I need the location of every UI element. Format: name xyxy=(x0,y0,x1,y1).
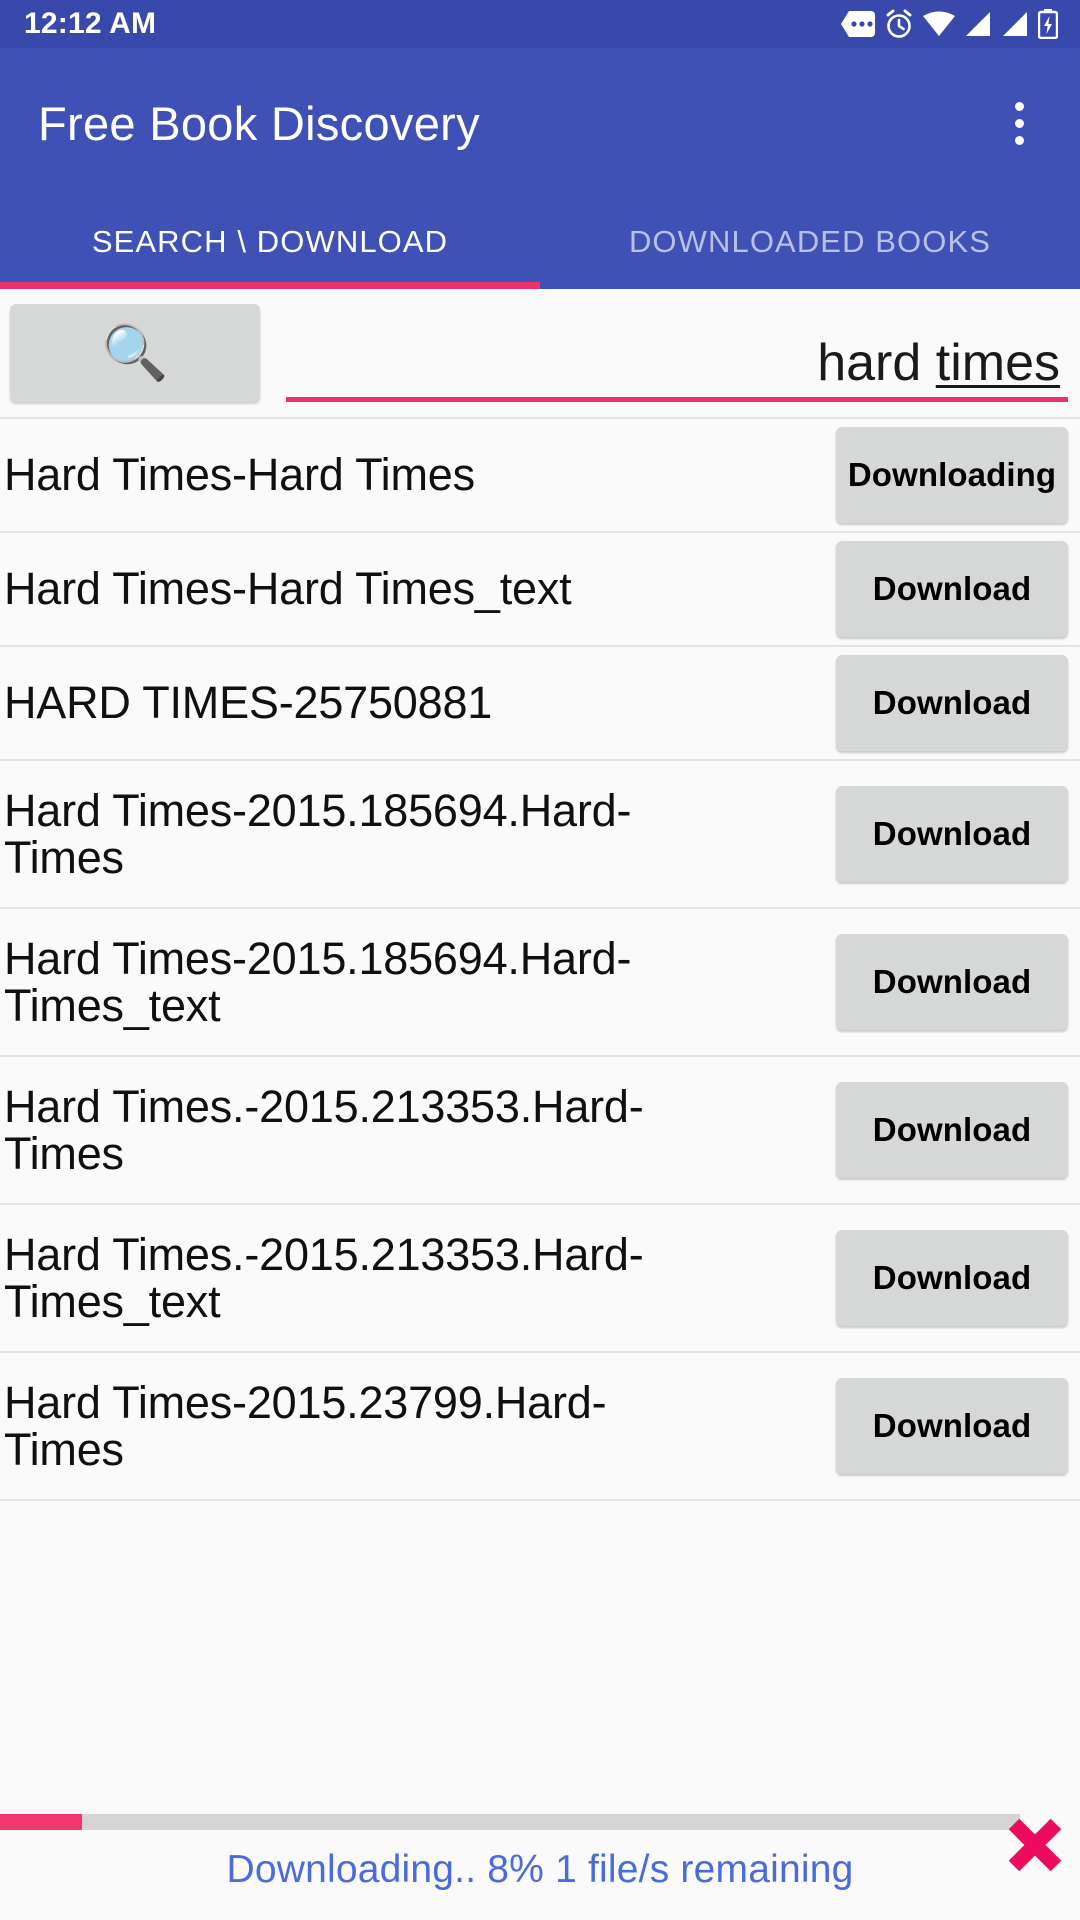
book-title: Hard Times.-2015.213353.Hard-Times_text xyxy=(4,1228,644,1327)
app-bar: Free Book Discovery xyxy=(0,48,1080,198)
download-button[interactable]: Download xyxy=(836,1378,1068,1474)
signal-icon xyxy=(964,11,992,37)
tab-downloaded-books[interactable]: DOWNLOADED BOOKS xyxy=(540,198,1080,289)
search-results-list[interactable]: Hard Times-Hard Times Downloading Hard Tim… xyxy=(0,419,1080,1800)
tab-indicator xyxy=(0,282,540,289)
signal-icon xyxy=(1001,11,1029,37)
download-button[interactable]: Download xyxy=(836,786,1068,882)
wifi-icon xyxy=(923,11,955,37)
status-icon-group xyxy=(841,9,1058,39)
message-icon xyxy=(841,11,875,37)
search-row: 🔍 hard times xyxy=(0,289,1080,419)
tab-bar: SEARCH \ DOWNLOAD DOWNLOADED BOOKS xyxy=(0,198,1080,289)
search-input-value: hard times xyxy=(817,336,1060,391)
table-row[interactable]: Hard Times-Hard Times_text Download xyxy=(0,533,1080,647)
download-button[interactable]: Downloading xyxy=(836,427,1068,523)
download-progress-bar xyxy=(0,1814,1020,1830)
search-text-composing: times xyxy=(935,334,1060,393)
table-row[interactable]: HARD TIMES-25750881 Download xyxy=(0,647,1080,761)
search-button[interactable]: 🔍 xyxy=(10,304,260,402)
download-footer: Downloading.. 8% 1 file/s remaining xyxy=(0,1800,1080,1920)
book-title: Hard Times-2015.185694.Hard-Times xyxy=(4,784,632,883)
table-row[interactable]: Hard Times-2015.185694.Hard-Times Downloa… xyxy=(0,761,1080,909)
download-progress-fill xyxy=(0,1814,82,1830)
overflow-menu-icon[interactable] xyxy=(984,88,1054,158)
download-button[interactable]: Download xyxy=(836,1230,1068,1326)
app-root: 12:12 AM Free Book Discovery SEARCH \ DO… xyxy=(0,0,1080,1920)
status-bar: 12:12 AM xyxy=(0,0,1080,48)
search-input[interactable]: hard times xyxy=(286,304,1068,402)
search-text-plain: hard xyxy=(817,334,936,393)
book-title: HARD TIMES-25750881 xyxy=(4,677,493,729)
overflow-dot xyxy=(1014,101,1024,111)
table-row[interactable]: Hard Times.-2015.213353.Hard-Times_text D… xyxy=(0,1205,1080,1353)
download-button[interactable]: Download xyxy=(836,1082,1068,1178)
search-icon: 🔍 xyxy=(101,323,169,383)
book-title: Hard Times.-2015.213353.Hard-Times xyxy=(4,1080,644,1179)
table-row[interactable]: Hard Times-2015.185694.Hard-Times_text Do… xyxy=(0,909,1080,1057)
battery-charging-icon xyxy=(1038,9,1058,39)
table-row[interactable]: Hard Times.-2015.213353.Hard-Times Downlo… xyxy=(0,1057,1080,1205)
table-row[interactable]: Hard Times-2015.23799.Hard-Times Download xyxy=(0,1353,1080,1501)
download-button[interactable]: Download xyxy=(836,655,1068,751)
book-title: Hard Times-2015.23799.Hard-Times xyxy=(4,1376,607,1475)
tab-search-download[interactable]: SEARCH \ DOWNLOAD xyxy=(0,198,540,289)
overflow-dot xyxy=(1014,135,1024,145)
book-title: Hard Times-Hard Times_text xyxy=(4,563,572,615)
status-clock: 12:12 AM xyxy=(24,7,157,40)
page-title: Free Book Discovery xyxy=(38,96,480,150)
alarm-icon xyxy=(884,9,914,39)
download-button[interactable]: Download xyxy=(836,934,1068,1030)
book-title: Hard Times-2015.185694.Hard-Times_text xyxy=(4,932,632,1031)
download-status-text: Downloading.. 8% 1 file/s remaining xyxy=(226,1848,854,1891)
overflow-dot xyxy=(1014,118,1024,128)
book-title: Hard Times-Hard Times xyxy=(4,449,475,501)
download-button[interactable]: Download xyxy=(836,541,1068,637)
table-row[interactable]: Hard Times-Hard Times Downloading xyxy=(0,419,1080,533)
